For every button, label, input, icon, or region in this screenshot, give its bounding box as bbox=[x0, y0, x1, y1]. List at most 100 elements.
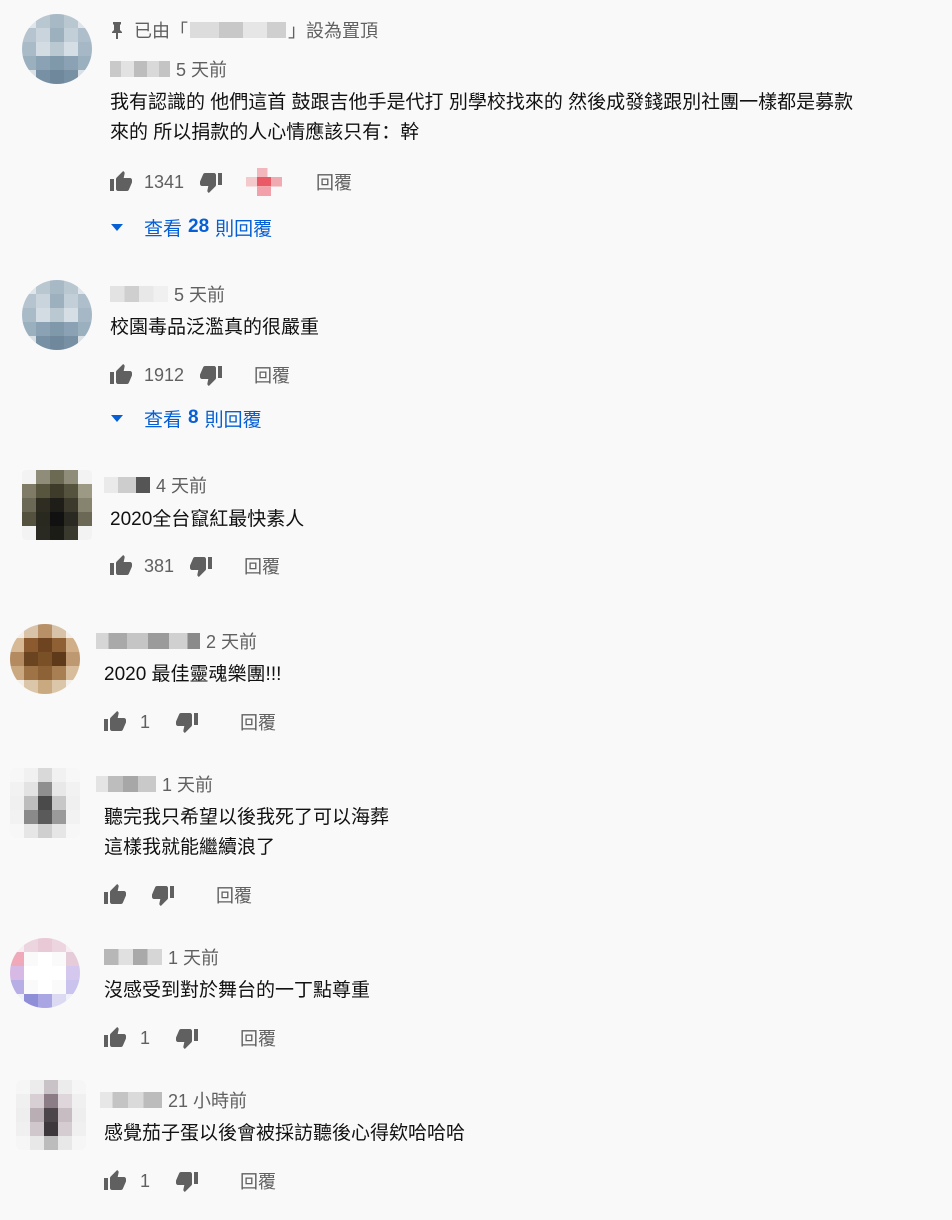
like-button[interactable] bbox=[102, 1025, 128, 1051]
comment-time[interactable]: 2 天前 bbox=[206, 628, 257, 654]
comment-line: 2020全台竄紅最快素人 bbox=[110, 509, 305, 530]
pinned-by-author[interactable] bbox=[190, 22, 286, 38]
comment-actions: 1 回覆 bbox=[102, 1166, 276, 1196]
comment-line: 這樣我就能繼續浪了 bbox=[104, 837, 276, 858]
dislike-button[interactable] bbox=[198, 169, 224, 195]
like-count: 1 bbox=[140, 1170, 151, 1191]
thumb-down-icon bbox=[176, 1029, 198, 1049]
thumb-up-icon bbox=[110, 555, 132, 575]
comment-meta: 1 天前 bbox=[96, 772, 213, 796]
thumb-up-icon bbox=[104, 1170, 126, 1190]
thumb-up-icon bbox=[110, 171, 132, 191]
replies-count: 8 bbox=[188, 407, 199, 428]
comment-text: 我有認識的 他們這首 鼓跟吉他手是代打 別學校找來的 然後成發錢跟別社團一樣都是… bbox=[110, 88, 853, 148]
comment-time[interactable]: 1 天前 bbox=[168, 944, 219, 970]
thumb-down-icon bbox=[200, 173, 223, 193]
creator-heart-badge bbox=[246, 168, 283, 196]
dislike-button[interactable] bbox=[174, 1025, 200, 1051]
avatar[interactable] bbox=[16, 1080, 86, 1150]
comment-line: 聽完我只希望以後我死了可以海葬 bbox=[104, 807, 390, 828]
like-button[interactable] bbox=[102, 709, 128, 735]
comment-meta: 5 天前 bbox=[110, 57, 227, 81]
like-button[interactable] bbox=[102, 882, 128, 908]
like-button[interactable] bbox=[108, 553, 134, 579]
thumb-down-icon bbox=[200, 366, 223, 386]
reply-button[interactable]: 回覆 bbox=[240, 1168, 276, 1194]
comment-meta: 2 天前 bbox=[96, 629, 257, 653]
comment-meta: 5 天前 bbox=[110, 282, 225, 306]
view-replies-prefix: 查看 bbox=[144, 218, 183, 240]
caret-down-icon bbox=[111, 224, 123, 231]
reply-button[interactable]: 回覆 bbox=[216, 882, 252, 908]
pinned-label: 已由「 」設為置頂 bbox=[110, 17, 378, 43]
avatar[interactable] bbox=[10, 624, 80, 694]
comment-actions: 1 回覆 bbox=[102, 1023, 276, 1053]
comment-time[interactable]: 4 天前 bbox=[156, 472, 207, 498]
author-name[interactable] bbox=[96, 776, 156, 792]
thumb-down-icon bbox=[176, 1172, 198, 1192]
view-replies-suffix: 則回覆 bbox=[215, 218, 273, 240]
thumb-down-icon bbox=[190, 557, 213, 577]
avatar[interactable] bbox=[10, 768, 80, 838]
avatar[interactable] bbox=[22, 14, 92, 84]
dislike-button[interactable] bbox=[188, 553, 214, 579]
like-button[interactable] bbox=[102, 1168, 128, 1194]
view-replies-button[interactable]: 查看 28 則回覆 bbox=[110, 212, 272, 242]
like-button[interactable] bbox=[108, 362, 134, 388]
comment-time[interactable]: 5 天前 bbox=[174, 281, 225, 307]
reply-button[interactable]: 回覆 bbox=[240, 709, 276, 735]
thumb-up-icon bbox=[104, 1027, 126, 1047]
view-replies-suffix: 則回覆 bbox=[204, 409, 262, 431]
like-count: 1 bbox=[140, 711, 151, 732]
thumb-down-icon bbox=[152, 886, 174, 906]
comment-meta: 21 小時前 bbox=[100, 1088, 247, 1112]
dislike-button[interactable] bbox=[198, 362, 224, 388]
comment-text: 感覺茄子蛋以後會被採訪聽後心得欸哈哈哈 bbox=[104, 1119, 465, 1149]
thumb-up-icon bbox=[104, 711, 126, 731]
avatar[interactable] bbox=[22, 470, 92, 540]
comments-page: 已由「 」設為置頂 5 天前 我有認識的 他們這首 鼓跟吉他手是代打 別學校找來… bbox=[0, 0, 952, 1220]
comment-text: 2020全台竄紅最快素人 bbox=[110, 505, 304, 535]
reply-button[interactable]: 回覆 bbox=[244, 553, 280, 579]
thumb-down-icon bbox=[176, 713, 198, 733]
reply-button[interactable]: 回覆 bbox=[316, 169, 352, 195]
pinned-suffix: 」設為置頂 bbox=[288, 21, 378, 41]
reply-button[interactable]: 回覆 bbox=[240, 1025, 276, 1051]
comment-line: 來的 所以捐款的人心情應該只有：幹 bbox=[110, 122, 420, 143]
like-count: 1341 bbox=[144, 171, 185, 192]
thumb-up-icon bbox=[104, 884, 126, 904]
comment-line: 我有認識的 他們這首 鼓跟吉他手是代打 別學校找來的 然後成發錢跟別社團一樣都是… bbox=[110, 92, 854, 113]
author-name[interactable] bbox=[96, 633, 200, 649]
comment-time[interactable]: 1 天前 bbox=[162, 771, 213, 797]
comment-time[interactable]: 21 小時前 bbox=[168, 1087, 247, 1113]
dislike-button[interactable] bbox=[150, 882, 176, 908]
pinned-prefix: 已由「 bbox=[134, 21, 188, 41]
like-button[interactable] bbox=[108, 169, 134, 195]
view-replies-prefix: 查看 bbox=[144, 409, 183, 431]
replies-count: 28 bbox=[188, 216, 210, 237]
comment-time[interactable]: 5 天前 bbox=[176, 56, 227, 82]
comment-meta: 1 天前 bbox=[104, 945, 219, 969]
caret-down-icon bbox=[111, 415, 123, 422]
comment-actions: 1 回覆 bbox=[102, 707, 276, 737]
dislike-button[interactable] bbox=[174, 709, 200, 735]
comment-actions: 381 回覆 bbox=[108, 551, 280, 581]
comment-line: 校園毒品泛濫真的很嚴重 bbox=[110, 317, 320, 338]
author-name[interactable] bbox=[110, 286, 168, 302]
comment-actions: 1912 回覆 bbox=[108, 360, 290, 390]
dislike-button[interactable] bbox=[174, 1168, 200, 1194]
avatar[interactable] bbox=[10, 938, 80, 1008]
comment-line: 沒感受到對於舞台的一丁點尊重 bbox=[104, 980, 371, 1001]
author-name[interactable] bbox=[104, 949, 162, 965]
avatar[interactable] bbox=[22, 280, 92, 350]
comment-text: 聽完我只希望以後我死了可以海葬 這樣我就能繼續浪了 bbox=[104, 803, 389, 863]
author-name[interactable] bbox=[104, 477, 150, 493]
reply-button[interactable]: 回覆 bbox=[254, 362, 290, 388]
comment-text: 2020 最佳靈魂樂團!!! bbox=[104, 660, 281, 690]
author-name[interactable] bbox=[110, 61, 170, 77]
author-name[interactable] bbox=[100, 1092, 162, 1108]
like-count: 1912 bbox=[144, 364, 185, 385]
view-replies-button[interactable]: 查看 8 則回覆 bbox=[110, 403, 262, 433]
like-count: 381 bbox=[144, 555, 175, 576]
comment-line: 2020 最佳靈魂樂團!!! bbox=[104, 664, 282, 685]
